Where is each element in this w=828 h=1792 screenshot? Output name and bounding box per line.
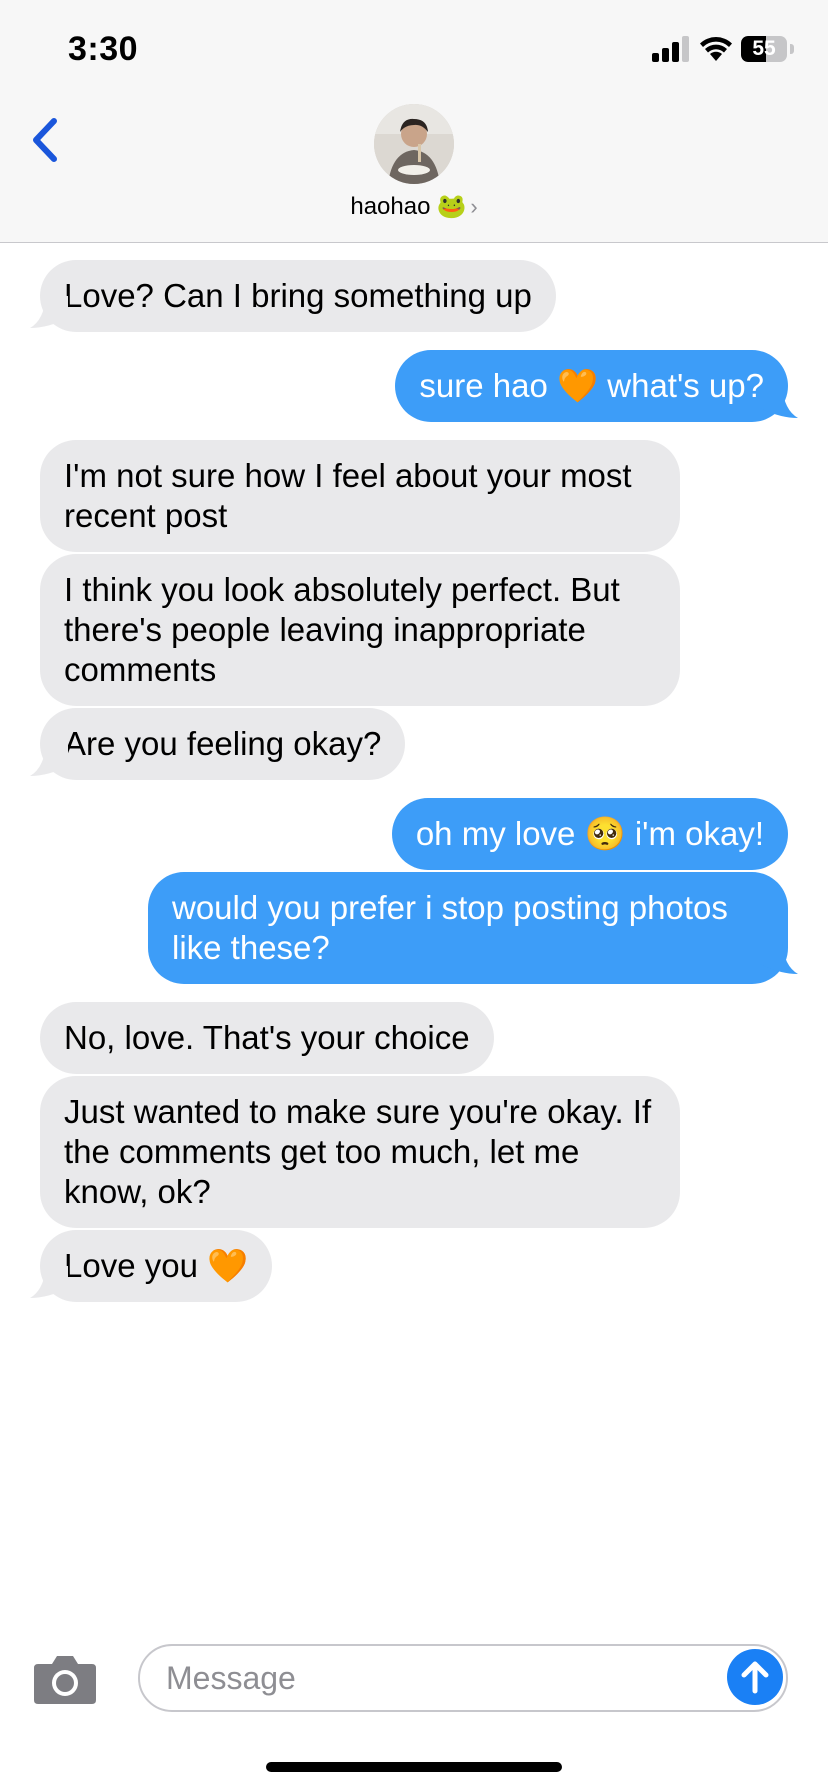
status-time: 3:30 (68, 30, 139, 68)
contact-photo (374, 104, 454, 184)
chevron-left-icon (33, 118, 57, 162)
arrow-up-icon (741, 1661, 769, 1694)
battery-icon: 55 (741, 36, 787, 62)
home-indicator (266, 1762, 562, 1772)
message-bubble-outgoing[interactable]: sure hao 🧡 what's up? (395, 350, 788, 422)
chevron-right-icon: › (470, 194, 478, 219)
back-button[interactable] (22, 106, 72, 166)
contact-name: haohao (350, 193, 431, 220)
message-bubble-incoming[interactable]: I think you look absolutely perfect. But… (40, 554, 680, 706)
bubble-tail (30, 296, 68, 328)
message-bubble-incoming[interactable]: No, love. That's your choice (40, 1002, 494, 1074)
message-bubble-incoming[interactable]: Love? Can I bring something up (40, 260, 556, 332)
avatar[interactable] (374, 104, 454, 184)
bubble-tail (30, 1266, 68, 1298)
battery-level: 55 (752, 37, 776, 60)
cellular-signal-icon (652, 36, 690, 62)
battery-tip (790, 44, 794, 54)
message-bubble-incoming[interactable]: Are you feeling okay? (40, 708, 406, 780)
camera-button[interactable] (32, 1652, 98, 1706)
frog-emoji: 🐸 (436, 193, 467, 220)
send-button[interactable] (727, 1649, 783, 1705)
message-input[interactable] (138, 1644, 788, 1712)
bubble-tail (760, 386, 798, 418)
contact-name-button[interactable]: haohao 🐸 › (0, 192, 828, 221)
message-bubble-incoming[interactable]: Love you 🧡 (40, 1230, 273, 1302)
message-bubble-incoming[interactable]: Just wanted to make sure you're okay. If… (40, 1076, 680, 1228)
status-bar: 3:30 55 (0, 0, 828, 100)
conversation-header: haohao 🐸 › (0, 100, 828, 243)
camera-icon (34, 1656, 96, 1704)
message-bubble-incoming[interactable]: I'm not sure how I feel about your most … (40, 440, 680, 552)
bubble-tail (30, 744, 68, 776)
message-bubble-outgoing[interactable]: would you prefer i stop posting photos l… (148, 872, 788, 984)
bubble-tail (760, 942, 798, 974)
wifi-icon (700, 37, 732, 61)
message-bubble-outgoing[interactable]: oh my love 🥺 i'm okay! (391, 798, 788, 870)
message-composer (0, 1630, 828, 1730)
